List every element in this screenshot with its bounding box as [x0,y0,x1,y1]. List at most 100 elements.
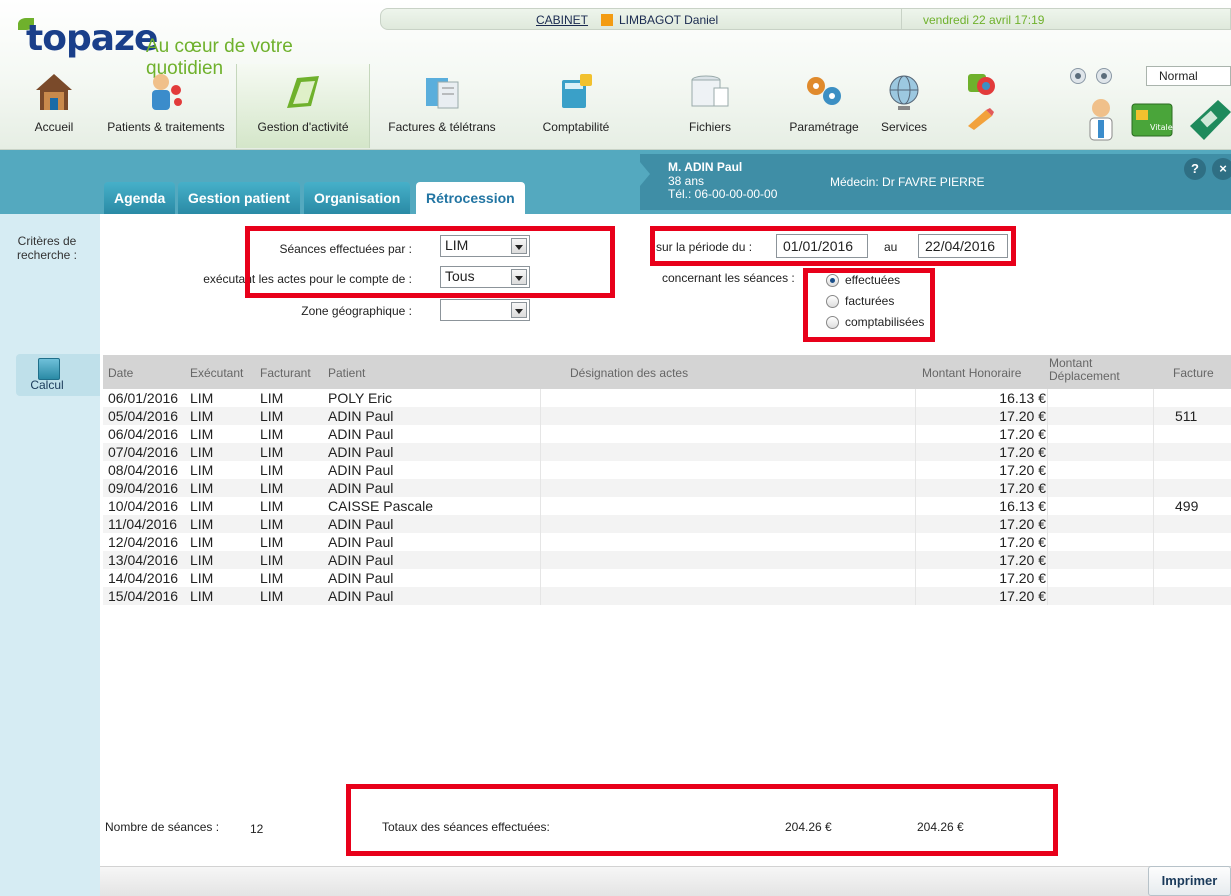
table-cell: ADIN Paul [328,408,394,424]
table-cell: LIM [260,516,284,532]
tab-gestion-patient[interactable]: Gestion patient [178,182,300,214]
table-cell: 09/04/2016 [108,480,179,496]
zoom-out-button[interactable] [1070,68,1086,84]
table-cell: 17.20 € [999,462,1046,478]
table-row[interactable]: 09/04/2016 LIM LIM ADIN Paul 17.20 € [103,479,1231,497]
col-date[interactable]: Date [108,366,133,380]
table-row[interactable]: 14/04/2016 LIM LIM ADIN Paul 17.20 € [103,569,1231,587]
table-cell: LIM [190,408,214,424]
card-reader-icon[interactable] [1184,96,1231,144]
table-cell: ADIN Paul [328,480,394,496]
table-cell: 07/04/2016 [108,444,179,460]
calculator-icon [38,358,60,380]
nav-parametrage[interactable]: Paramétrage [782,64,866,148]
nav-gestion-activite[interactable]: Gestion d'activité [236,64,370,148]
table-cell: 17.20 € [999,534,1046,550]
print-button[interactable]: Imprimer [1148,866,1231,896]
patient-phone: Tél.: 06-00-00-00-00 [668,187,778,201]
table-cell: ADIN Paul [328,552,394,568]
chevron-down-icon [511,302,527,318]
nav-patients[interactable]: Patients & traitements [96,64,236,148]
table-row[interactable]: 05/04/2016 LIM LIM ADIN Paul 17.20 € 511 [103,407,1231,425]
column-divider [1153,389,1154,605]
col-facture[interactable]: Facture [1173,366,1214,380]
table-cell: ADIN Paul [328,426,394,442]
table-cell: LIM [260,408,284,424]
table-row[interactable]: 12/04/2016 LIM LIM ADIN Paul 17.20 € [103,533,1231,551]
table-cell: LIM [190,390,214,406]
table-cell: 08/04/2016 [108,462,179,478]
nav-label: Fichiers [688,120,731,134]
help-icon[interactable]: ? [1184,158,1206,180]
table-cell: 17.20 € [999,444,1046,460]
table-cell: 15/04/2016 [108,588,179,604]
nav-label: Comptabilité [542,120,610,134]
table-row[interactable]: 10/04/2016 LIM LIM CAISSE Pascale 16.13 € 499 [103,497,1231,515]
col-designation[interactable]: Désignation des actes [570,366,688,380]
table-cell: 511 [1175,408,1198,424]
table-cell: LIM [190,570,214,586]
zoom-in-button[interactable] [1096,68,1112,84]
nav-factures[interactable]: Factures & télétrans [372,64,512,148]
doctor-icon[interactable] [1082,96,1120,142]
table-cell: LIM [260,426,284,442]
table-cell: 13/04/2016 [108,552,179,568]
table-row[interactable]: 11/04/2016 LIM LIM ADIN Paul 17.20 € [103,515,1231,533]
annotation-box-seances [803,268,935,342]
nav-fichiers[interactable]: Fichiers [660,64,760,148]
zoom-select[interactable]: Normal [1146,66,1231,86]
calcul-button[interactable]: Calcul [16,354,100,396]
nav-label: Accueil [34,120,74,134]
col-facturant[interactable]: Facturant [260,366,311,380]
annotation-box-periode [650,226,1016,266]
table-cell: POLY Eric [328,390,393,406]
tab-agenda[interactable]: Agenda [104,182,176,214]
col-executant[interactable]: Exécutant [190,366,243,380]
patient-doctor: Médecin: Dr FAVRE PIERRE [830,175,985,189]
table-header: Date Exécutant Facturant Patient Désigna… [103,355,1231,389]
close-icon[interactable]: × [1212,158,1231,180]
left-sidebar: Critères de recherche : Calcul [0,214,100,896]
table-row[interactable]: 08/04/2016 LIM LIM ADIN Paul 17.20 € [103,461,1231,479]
table-cell: 499 [1175,498,1199,514]
table-cell: 17.20 € [999,588,1046,604]
criteria-heading: Critères de recherche : [16,234,78,262]
seances-count-label: Nombre de séances : [105,820,220,834]
settings-icon [807,77,841,105]
table-row[interactable]: 07/04/2016 LIM LIM ADIN Paul 17.20 € [103,443,1231,461]
vitale-card-icon[interactable]: Vitale [1130,100,1174,140]
tab-organisation[interactable]: Organisation [304,182,411,214]
nav-accueil[interactable]: Accueil [14,64,94,148]
nav-label: Gestion d'activité [257,120,349,134]
col-patient[interactable]: Patient [328,366,365,380]
globe-icon [889,75,919,110]
annotation-box-criteria [245,226,615,298]
table-cell: ADIN Paul [328,588,394,604]
col-montant-honoraire[interactable]: Montant Honoraire [922,366,1021,380]
table-cell: ADIN Paul [328,534,394,550]
cabinet-link[interactable]: CABINET [536,13,588,27]
table-row[interactable]: 06/01/2016 LIM LIM POLY Eric 16.13 € [103,389,1231,407]
table-cell: LIM [260,570,284,586]
nav-label: Patients & traitements [107,120,225,134]
table-cell: ADIN Paul [328,444,394,460]
nav-services[interactable]: Services [866,64,942,148]
table-row[interactable]: 13/04/2016 LIM LIM ADIN Paul 17.20 € [103,551,1231,569]
table-cell: ADIN Paul [328,570,394,586]
bottom-toolbar [100,866,1231,896]
col-montant-deplacement[interactable]: Montant Déplacement [1049,357,1133,383]
table-row[interactable]: 06/04/2016 LIM LIM ADIN Paul 17.20 € [103,425,1231,443]
nav-comptabilite[interactable]: Comptabilité [516,64,636,148]
table-cell: LIM [260,480,284,496]
table-cell: ADIN Paul [328,516,394,532]
table-cell: 17.20 € [999,408,1046,424]
total-deplacement: 204.26 € [917,820,964,834]
chart-tool-icon[interactable] [964,70,998,100]
activity-icon [287,76,319,108]
pencil-icon[interactable] [964,106,998,130]
tab-retrocession[interactable]: Rétrocession [416,182,525,214]
column-divider [1047,389,1048,605]
table-row[interactable]: 15/04/2016 LIM LIM ADIN Paul 17.20 € [103,587,1231,605]
zone-select[interactable] [440,299,530,321]
table-cell: LIM [190,498,214,514]
